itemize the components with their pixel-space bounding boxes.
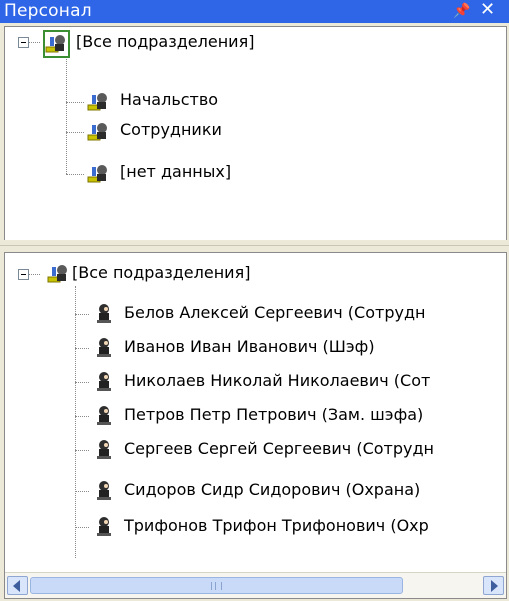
department-icon bbox=[87, 91, 109, 113]
tree-item-employee[interactable]: Трифонов Трифон Трифонович (Охр bbox=[93, 515, 506, 539]
employee-icon bbox=[93, 439, 115, 461]
pane-splitter[interactable] bbox=[0, 240, 509, 252]
employee-icon bbox=[93, 480, 115, 502]
tree-item-label: Начальство bbox=[120, 90, 219, 109]
scroll-left-button[interactable] bbox=[7, 576, 28, 595]
tree-item-employee[interactable]: Иванов Иван Иванович (Шэф) bbox=[93, 336, 506, 360]
grip-icon bbox=[211, 582, 222, 590]
panel-title: Персонал bbox=[4, 1, 92, 21]
tree-item-label: Сидоров Сидр Сидорович (Охрана) bbox=[124, 480, 421, 499]
employees-tree: [Все подразделения] Белов Алексей Сергее… bbox=[4, 252, 507, 599]
department-icon bbox=[87, 121, 109, 143]
panel-title-bar: Персонал 📌 ✕ bbox=[0, 0, 509, 23]
collapse-toggle[interactable] bbox=[18, 37, 29, 48]
tree-item-all-departments[interactable]: [Все подразделения] bbox=[46, 262, 346, 286]
employee-icon bbox=[93, 337, 115, 359]
employee-icon bbox=[93, 405, 115, 427]
departments-tree: [Все подразделения] Начальство Сотрудник… bbox=[4, 26, 507, 241]
tree-item-label: [Все подразделения] bbox=[76, 32, 255, 51]
tree-item-label: [Все подразделения] bbox=[72, 263, 251, 282]
tree-item-employee[interactable]: Сергеев Сергей Сергеевич (Сотрудн bbox=[93, 438, 506, 462]
employee-icon bbox=[93, 371, 115, 393]
pin-icon[interactable]: 📌 bbox=[453, 2, 470, 20]
chevron-right-icon bbox=[491, 580, 498, 592]
tree-item-label: [нет данных] bbox=[120, 162, 232, 181]
department-icon bbox=[45, 33, 67, 55]
tree-item-label: Иванов Иван Иванович (Шэф) bbox=[124, 337, 375, 356]
scroll-right-button[interactable] bbox=[483, 576, 504, 595]
tree-item-department[interactable]: Сотрудники bbox=[84, 119, 344, 143]
tree-item-label: Николаев Николай Николаевич (Сот bbox=[124, 371, 431, 390]
tree-item-all-departments[interactable]: [Все подразделения] bbox=[41, 29, 341, 58]
employee-icon bbox=[93, 516, 115, 538]
employee-icon bbox=[93, 303, 115, 325]
department-icon bbox=[87, 163, 109, 185]
tree-item-employee[interactable]: Белов Алексей Сергеевич (Сотрудн bbox=[93, 302, 506, 326]
tree-item-employee[interactable]: Николаев Николай Николаевич (Сот bbox=[93, 370, 506, 394]
tree-item-department[interactable]: Начальство bbox=[84, 89, 344, 113]
scrollbar-thumb[interactable] bbox=[30, 577, 403, 594]
tree-item-label: Сергеев Сергей Сергеевич (Сотрудн bbox=[124, 439, 434, 458]
tree-item-label: Белов Алексей Сергеевич (Сотрудн bbox=[124, 303, 426, 322]
tree-item-employee[interactable]: Петров Петр Петрович (Зам. шэфа) bbox=[93, 404, 506, 428]
close-icon[interactable]: ✕ bbox=[480, 0, 495, 20]
tree-item-label: Петров Петр Петрович (Зам. шэфа) bbox=[124, 405, 424, 424]
collapse-toggle[interactable] bbox=[18, 269, 29, 280]
tree-item-department[interactable]: [нет данных] bbox=[84, 161, 344, 185]
splitter-line bbox=[0, 245, 509, 246]
tree-item-label: Трифонов Трифон Трифонович (Охр bbox=[124, 516, 429, 535]
department-icon bbox=[47, 263, 69, 285]
horizontal-scrollbar[interactable] bbox=[5, 572, 506, 598]
chevron-left-icon bbox=[13, 580, 20, 592]
tree-item-label: Сотрудники bbox=[120, 120, 222, 139]
tree-item-employee[interactable]: Сидоров Сидр Сидорович (Охрана) bbox=[93, 479, 506, 503]
